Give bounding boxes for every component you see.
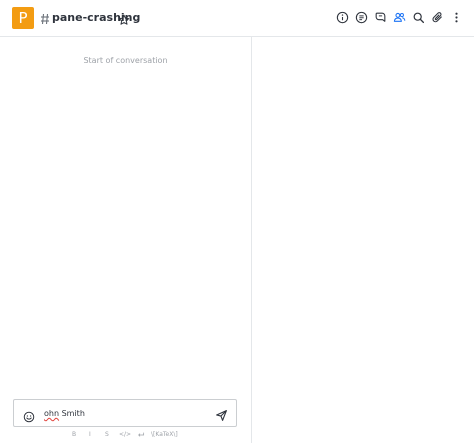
message-input-text: Smith <box>59 409 85 418</box>
threads-icon[interactable] <box>355 11 368 24</box>
favorite-star-icon[interactable] <box>118 11 130 25</box>
attachment-icon[interactable] <box>431 11 444 24</box>
bold-button[interactable]: B <box>72 430 76 440</box>
contextual-side-pane <box>252 37 474 443</box>
emoji-icon[interactable] <box>23 408 35 423</box>
search-icon[interactable] <box>412 11 425 24</box>
start-of-conversation-label: Start of conversation <box>83 56 168 65</box>
info-icon[interactable] <box>336 11 349 24</box>
italic-button[interactable]: I <box>89 430 91 440</box>
kebab-menu-icon[interactable] <box>450 11 463 24</box>
send-icon[interactable] <box>215 407 228 421</box>
code-button[interactable]: </> <box>119 430 131 440</box>
multiline-code-icon[interactable] <box>137 430 145 443</box>
message-composer[interactable]: ohn Smith <box>13 399 237 427</box>
room-header: P pane-crashing <box>0 0 474 37</box>
room-avatar[interactable]: P <box>12 7 34 29</box>
members-icon[interactable] <box>393 11 406 24</box>
misspelled-word: ohn <box>44 409 60 418</box>
discussions-icon[interactable] <box>374 11 387 24</box>
message-input[interactable]: ohn Smith <box>44 408 85 419</box>
katex-button[interactable]: \[KaTeX\] <box>151 430 178 440</box>
strike-button[interactable]: S <box>105 430 109 440</box>
hashtag-icon <box>40 11 50 25</box>
message-list-pane: Start of conversation ohn Smith B I S </… <box>0 37 251 443</box>
